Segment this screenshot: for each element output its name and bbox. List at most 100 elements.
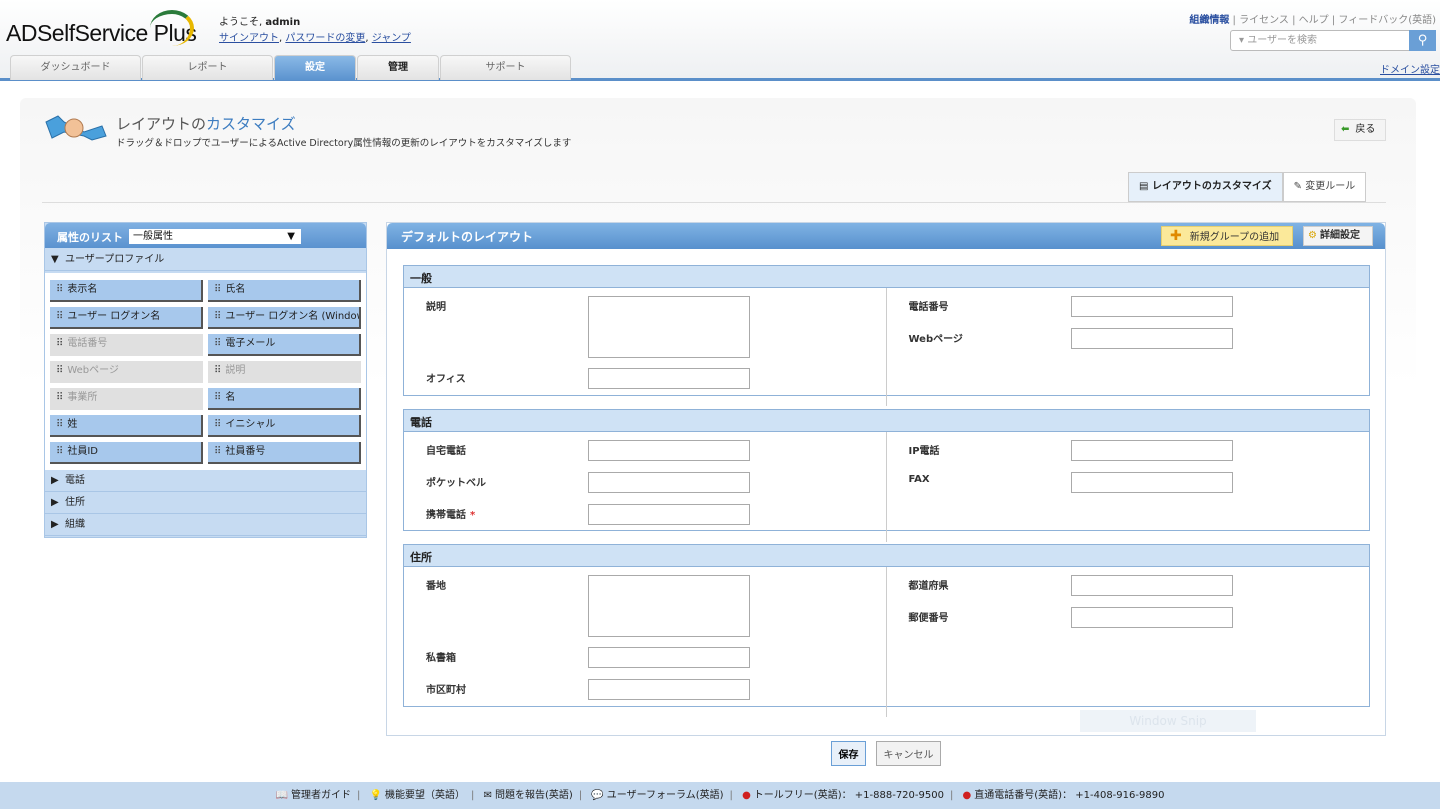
- change-password-link[interactable]: パスワードの変更: [285, 33, 365, 44]
- group-label: 住所: [65, 497, 85, 508]
- jump-link[interactable]: ジャンプ: [372, 33, 411, 44]
- form-field[interactable]: 私書箱: [404, 647, 886, 679]
- field-input[interactable]: [588, 679, 750, 700]
- drag-handle-icon: ⠿: [56, 392, 63, 403]
- tab-settings[interactable]: 設定: [274, 55, 356, 80]
- group-collapsed[interactable]: ▶ 住所: [45, 492, 366, 514]
- attribute-item[interactable]: ⠿ 事業所: [50, 388, 203, 410]
- drag-handle-icon: ⠿: [56, 365, 63, 376]
- attribute-item[interactable]: ⠿ 名: [208, 388, 361, 410]
- field-input[interactable]: [1070, 296, 1233, 317]
- tab-customize-layout[interactable]: ▤ レイアウトのカスタマイズ: [1128, 172, 1283, 202]
- attribute-item[interactable]: ⠿ Webページ: [50, 361, 203, 383]
- form-field[interactable]: ポケットベル: [404, 472, 886, 504]
- form-field[interactable]: 携帯電話 *: [404, 504, 886, 536]
- section-header[interactable]: 住所: [404, 545, 1369, 567]
- field-input[interactable]: [588, 472, 750, 493]
- expanded-icon: ▼: [51, 254, 59, 265]
- form-field[interactable]: 市区町村: [404, 679, 886, 711]
- select-value: 一般属性: [133, 231, 173, 242]
- attribute-item[interactable]: ⠿ 電話番号: [50, 334, 203, 356]
- form-field[interactable]: 都道府県: [887, 575, 1370, 607]
- section-header[interactable]: 一般: [404, 266, 1369, 288]
- section-column: 自宅電話 ポケットベル 携帯電話 *: [404, 432, 887, 542]
- form-field[interactable]: 番地: [404, 575, 886, 647]
- form-field[interactable]: IP電話: [887, 440, 1370, 472]
- field-input[interactable]: [1070, 472, 1233, 493]
- field-input[interactable]: [588, 504, 750, 525]
- form-field[interactable]: 郵便番号: [887, 607, 1370, 639]
- attribute-item[interactable]: ⠿ イニシャル: [208, 415, 361, 437]
- tab-support[interactable]: サポート: [440, 55, 571, 80]
- form-field[interactable]: Webページ: [887, 328, 1370, 360]
- attribute-item[interactable]: ⠿ 社員番号: [208, 442, 361, 464]
- form-field[interactable]: 説明: [404, 296, 886, 368]
- group-collapsed[interactable]: ▶ 組織: [45, 514, 366, 536]
- attribute-list-header: 属性のリスト 一般属性 ▼: [45, 223, 366, 248]
- tab-reports[interactable]: レポート: [142, 55, 273, 80]
- license-link[interactable]: ライセンス: [1239, 15, 1289, 26]
- domain-settings-link[interactable]: ドメイン設定: [1380, 61, 1440, 76]
- field-label: IP電話: [908, 446, 940, 457]
- page-title: レイアウトのカスタマイズ: [116, 113, 296, 134]
- search-icon[interactable]: ⚲: [1409, 30, 1436, 51]
- group-label: 電話: [65, 475, 85, 486]
- add-group-button[interactable]: ✚ 新規グループの追加: [1161, 226, 1293, 246]
- attribute-item[interactable]: ⠿ 電子メール: [208, 334, 361, 356]
- group-user-profile[interactable]: ▼ ユーザープロファイル: [45, 249, 366, 271]
- field-input[interactable]: [588, 647, 750, 668]
- cancel-button[interactable]: キャンセル: [876, 741, 941, 766]
- layout-panel: デフォルトのレイアウト ✚ 新規グループの追加 ⚙ 詳細設定 一般 説明 オフィス 電話番…: [386, 222, 1386, 736]
- advanced-label: 詳細設定: [1319, 230, 1360, 241]
- field-input[interactable]: [1070, 328, 1233, 349]
- user-search-input[interactable]: ▾ ユーザーを検索: [1230, 30, 1410, 51]
- field-label: 番地: [426, 581, 446, 592]
- attribute-item[interactable]: ⠿ 社員ID: [50, 442, 203, 464]
- attribute-item[interactable]: ⠿ 姓: [50, 415, 203, 437]
- form-field[interactable]: FAX: [887, 472, 1370, 504]
- field-textarea[interactable]: [588, 296, 750, 358]
- section-body: 自宅電話 ポケットベル 携帯電話 * IP電話 FAX: [404, 432, 1369, 542]
- section-column: IP電話 FAX: [887, 432, 1370, 542]
- section-header[interactable]: 電話: [404, 410, 1369, 432]
- tab-change-rules[interactable]: ✎ 変更ルール: [1282, 172, 1367, 202]
- org-info-link[interactable]: 組織情報: [1189, 15, 1229, 26]
- field-input[interactable]: [588, 368, 750, 389]
- form-field[interactable]: 自宅電話: [404, 440, 886, 472]
- form-field[interactable]: オフィス: [404, 368, 886, 400]
- back-label: 戻る: [1355, 124, 1376, 135]
- field-input[interactable]: [1070, 607, 1233, 628]
- attribute-item[interactable]: ⠿ 表示名: [50, 280, 203, 302]
- feature-request-link[interactable]: 機能要望（英語）: [385, 790, 465, 801]
- attribute-label: 社員ID: [67, 446, 98, 457]
- attribute-item[interactable]: ⠿ 氏名: [208, 280, 361, 302]
- advanced-settings-button[interactable]: ⚙ 詳細設定: [1303, 226, 1373, 246]
- drag-handle-icon: ⠿: [214, 419, 221, 430]
- feedback-link[interactable]: フィードバック(英語): [1338, 15, 1436, 26]
- form-field[interactable]: 電話番号: [887, 296, 1370, 328]
- attribute-item[interactable]: ⠿ 説明: [208, 361, 361, 383]
- layout-section: 一般説明 オフィス 電話番号 Webページ: [403, 265, 1370, 406]
- attribute-type-select[interactable]: 一般属性 ▼: [129, 229, 301, 244]
- sub-tabs: ▤ レイアウトのカスタマイズ ✎ 変更ルール: [1128, 172, 1367, 202]
- attribute-item[interactable]: ⠿ ユーザー ログオン名 (Windows 2000以前): [208, 307, 361, 329]
- field-input[interactable]: [588, 440, 750, 461]
- field-input[interactable]: [1070, 575, 1233, 596]
- admin-guide-link[interactable]: 管理者ガイド: [291, 790, 351, 801]
- report-issue-link[interactable]: 問題を報告(英語): [495, 790, 573, 801]
- forum-link[interactable]: ユーザーフォーラム(英語): [607, 790, 724, 801]
- section-body: 説明 オフィス 電話番号 Webページ: [404, 288, 1369, 406]
- field-label: 市区町村: [426, 685, 466, 696]
- tab-dashboard[interactable]: ダッシュボード: [10, 55, 141, 80]
- field-input[interactable]: [1070, 440, 1233, 461]
- group-collapsed[interactable]: ▶ 電話: [45, 470, 366, 492]
- back-button[interactable]: ⬅ 戻る: [1334, 119, 1386, 141]
- help-link[interactable]: ヘルプ: [1299, 15, 1329, 26]
- plus-icon: ✚: [1170, 228, 1182, 244]
- tab-admin[interactable]: 管理: [357, 55, 439, 80]
- layout-section: 電話 自宅電話 ポケットベル 携帯電話 * IP電話 FAX: [403, 409, 1370, 542]
- signout-link[interactable]: サインアウト: [219, 33, 279, 44]
- attribute-item[interactable]: ⠿ ユーザー ログオン名: [50, 307, 203, 329]
- field-textarea[interactable]: [588, 575, 750, 637]
- save-button[interactable]: 保存: [831, 741, 866, 766]
